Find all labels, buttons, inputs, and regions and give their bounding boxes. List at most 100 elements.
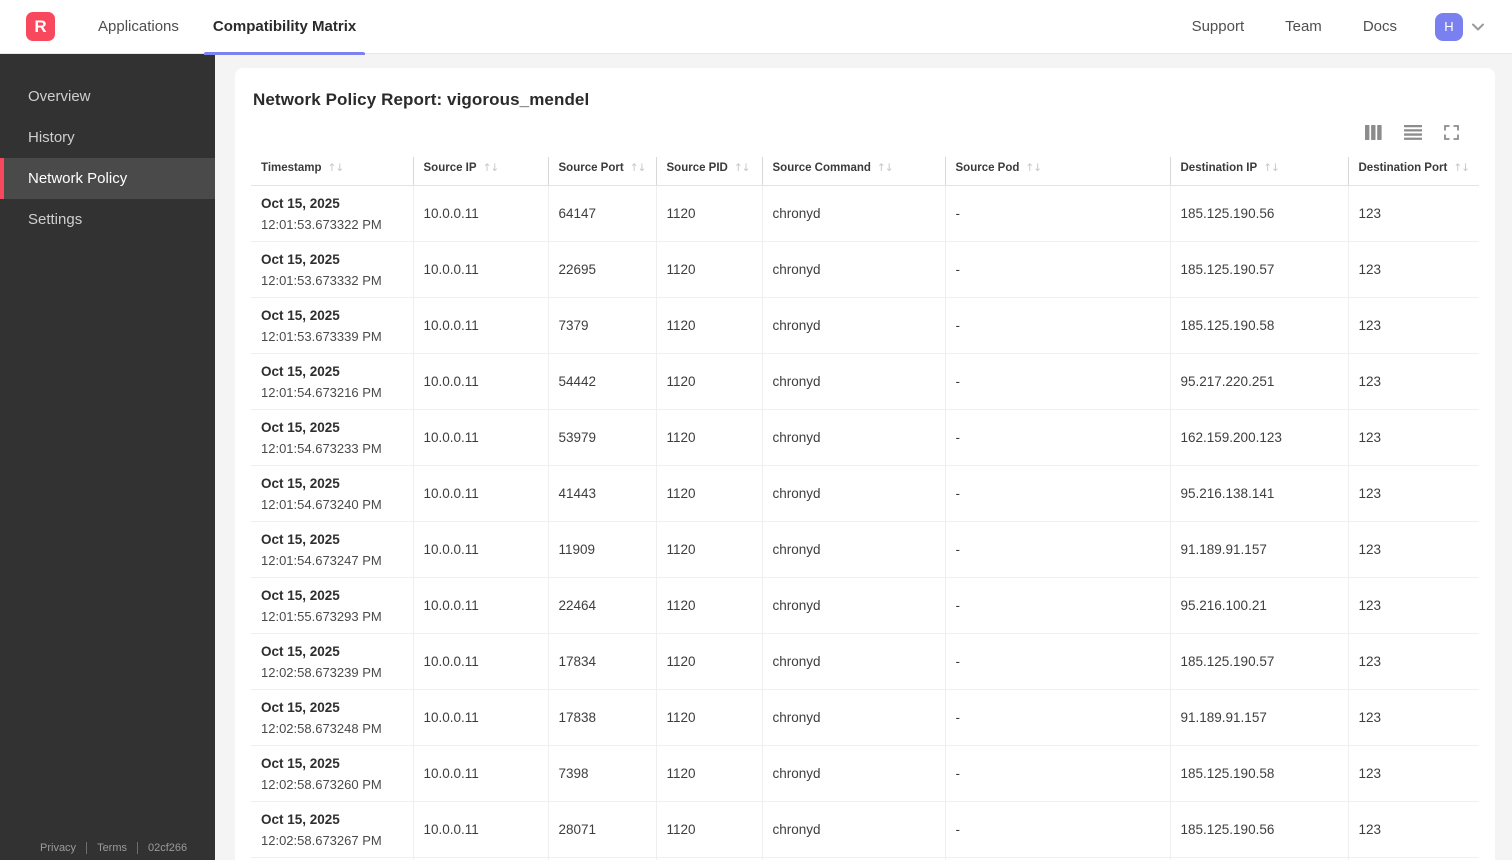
sidebar-item-settings[interactable]: Settings — [0, 199, 215, 240]
cell-source-pod: - — [944, 409, 1170, 466]
sidebar-item-network-policy[interactable]: Network Policy — [0, 158, 215, 199]
avatar-initial: H — [1444, 19, 1454, 34]
column-header-source-command[interactable]: Source Command ↑↓ — [761, 157, 945, 186]
app-logo-letter: R — [34, 16, 47, 36]
column-header-destination-ip[interactable]: Destination IP ↑↓ — [1169, 157, 1348, 186]
sort-icon[interactable]: ↑↓ — [1263, 162, 1280, 174]
column-header-destination-port[interactable]: Destination Port ↑↓ — [1347, 157, 1479, 186]
sort-icon[interactable]: ↑↓ — [877, 162, 894, 174]
cell-destination-ip: 185.125.190.56 — [1169, 801, 1348, 858]
tab-applications[interactable]: Applications — [89, 0, 188, 54]
cell-source-command: chronyd — [761, 689, 945, 746]
sidebar-item-history[interactable]: History — [0, 117, 215, 158]
cell-source-pod: - — [944, 521, 1170, 578]
table-row: Oct 15, 2025 12:02:58.673267 PM 10.0.0.11 2… — [251, 801, 1479, 858]
chevron-down-icon[interactable] — [1470, 19, 1486, 35]
timestamp-date: Oct 15, 2025 — [261, 364, 340, 379]
cell-source-command: chronyd — [761, 297, 945, 354]
cell-timestamp: Oct 15, 2025 12:02:58.673260 PM — [251, 745, 413, 802]
footer-divider — [86, 842, 88, 854]
cell-destination-port: 123 — [1347, 689, 1479, 746]
cell-timestamp: Oct 15, 2025 12:01:54.673216 PM — [251, 353, 413, 410]
sidebar-item-overview[interactable]: Overview — [0, 76, 215, 117]
rows-icon — [1404, 125, 1422, 143]
column-header-label: Source Port — [558, 162, 624, 174]
column-header-source-pid[interactable]: Source PID ↑↓ — [655, 157, 762, 186]
cell-source-pid: 1120 — [655, 353, 762, 410]
column-header-label: Destination Port — [1358, 162, 1448, 174]
fullscreen-button[interactable] — [1444, 125, 1459, 143]
cell-source-ip: 10.0.0.11 — [412, 297, 548, 354]
avatar[interactable]: H — [1435, 12, 1463, 41]
cell-destination-port: 123 — [1347, 297, 1479, 354]
cell-source-command: chronyd — [761, 521, 945, 578]
sort-icon[interactable]: ↑↓ — [483, 162, 500, 174]
cell-source-ip: 10.0.0.11 — [412, 577, 548, 634]
cell-source-pod: - — [944, 465, 1170, 522]
nav-link-support[interactable]: Support — [1192, 18, 1245, 35]
cell-source-ip: 10.0.0.11 — [412, 521, 548, 578]
cell-source-pid: 1120 — [655, 801, 762, 858]
app-logo[interactable]: R — [26, 12, 55, 41]
cell-source-pid: 1120 — [655, 745, 762, 802]
footer-build-id: 02cf266 — [148, 842, 188, 854]
cell-source-pid: 1120 — [655, 633, 762, 690]
cell-destination-ip: 185.125.190.58 — [1169, 297, 1348, 354]
footer-link-terms[interactable]: Terms — [97, 842, 127, 854]
page-title: Network Policy Report: vigorous_mendel — [253, 90, 590, 109]
cell-destination-ip: 185.125.190.57 — [1169, 241, 1348, 298]
cell-source-port: 41443 — [547, 465, 656, 522]
cell-source-port: 17838 — [547, 689, 656, 746]
column-header-source-ip[interactable]: Source IP ↑↓ — [412, 157, 548, 186]
cell-source-port: 17834 — [547, 633, 656, 690]
cell-destination-ip: 185.125.190.57 — [1169, 633, 1348, 690]
timestamp-date: Oct 15, 2025 — [261, 196, 340, 211]
table-row: Oct 15, 2025 12:01:55.673293 PM 10.0.0.11 2… — [251, 577, 1479, 634]
cell-source-pid: 1120 — [655, 297, 762, 354]
cell-destination-port: 123 — [1347, 801, 1479, 858]
sort-icon[interactable]: ↑↓ — [328, 162, 345, 174]
cell-source-pid: 1120 — [655, 521, 762, 578]
timestamp-time: 12:02:58.673239 PM — [261, 665, 382, 680]
table-row: Oct 15, 2025 12:01:54.673240 PM 10.0.0.11 4… — [251, 465, 1479, 522]
columns-view-button[interactable] — [1365, 125, 1382, 143]
top-nav-right: Support Team Docs H — [1151, 12, 1486, 41]
table-header: Timestamp ↑↓ Source IP ↑↓ Source Port ↑↓ So… — [251, 157, 1479, 186]
sort-icon[interactable]: ↑↓ — [1025, 162, 1042, 174]
cell-source-pid: 1120 — [655, 465, 762, 522]
column-header-label: Timestamp — [261, 162, 322, 174]
timestamp-date: Oct 15, 2025 — [261, 756, 340, 771]
rows-view-button[interactable] — [1404, 125, 1422, 143]
table-row: Oct 15, 2025 12:02:58.673248 PM 10.0.0.11 1… — [251, 689, 1479, 746]
cell-source-pod: - — [944, 745, 1170, 802]
cell-source-ip: 10.0.0.11 — [412, 409, 548, 466]
cell-source-ip: 10.0.0.11 — [412, 241, 548, 298]
nav-link-team[interactable]: Team — [1285, 18, 1322, 35]
cell-destination-port: 123 — [1347, 521, 1479, 578]
cell-source-pod: - — [944, 185, 1170, 242]
main-content: Network Policy Report: vigorous_mendel T… — [215, 54, 1512, 860]
sort-icon[interactable]: ↑↓ — [1453, 162, 1470, 174]
column-header-source-port[interactable]: Source Port ↑↓ — [547, 157, 656, 186]
cell-source-ip: 10.0.0.11 — [412, 185, 548, 242]
cell-source-ip: 10.0.0.11 — [412, 465, 548, 522]
cell-source-pid: 1120 — [655, 241, 762, 298]
cell-source-command: chronyd — [761, 465, 945, 522]
tab-compatibility-matrix[interactable]: Compatibility Matrix — [203, 0, 366, 55]
timestamp-time: 12:01:55.673293 PM — [261, 609, 382, 624]
sort-icon[interactable]: ↑↓ — [630, 162, 647, 174]
footer-link-privacy[interactable]: Privacy — [40, 842, 76, 854]
table-row: Oct 15, 2025 12:01:53.673332 PM 10.0.0.11 2… — [251, 241, 1479, 298]
sidebar-footer: Privacy Terms 02cf266 — [40, 842, 187, 854]
nav-link-docs[interactable]: Docs — [1363, 18, 1397, 35]
cell-source-pid: 1120 — [655, 185, 762, 242]
sort-icon[interactable]: ↑↓ — [734, 162, 751, 174]
cell-source-pid: 1120 — [655, 689, 762, 746]
column-header-source-pod[interactable]: Source Pod ↑↓ — [944, 157, 1170, 186]
sidebar-item-label: Overview — [28, 88, 91, 105]
columns-icon — [1365, 125, 1382, 143]
column-header-timestamp[interactable]: Timestamp ↑↓ — [251, 157, 413, 186]
cell-destination-port: 123 — [1347, 745, 1479, 802]
tab-label: Applications — [98, 18, 179, 35]
timestamp-time: 12:01:54.673216 PM — [261, 385, 382, 400]
